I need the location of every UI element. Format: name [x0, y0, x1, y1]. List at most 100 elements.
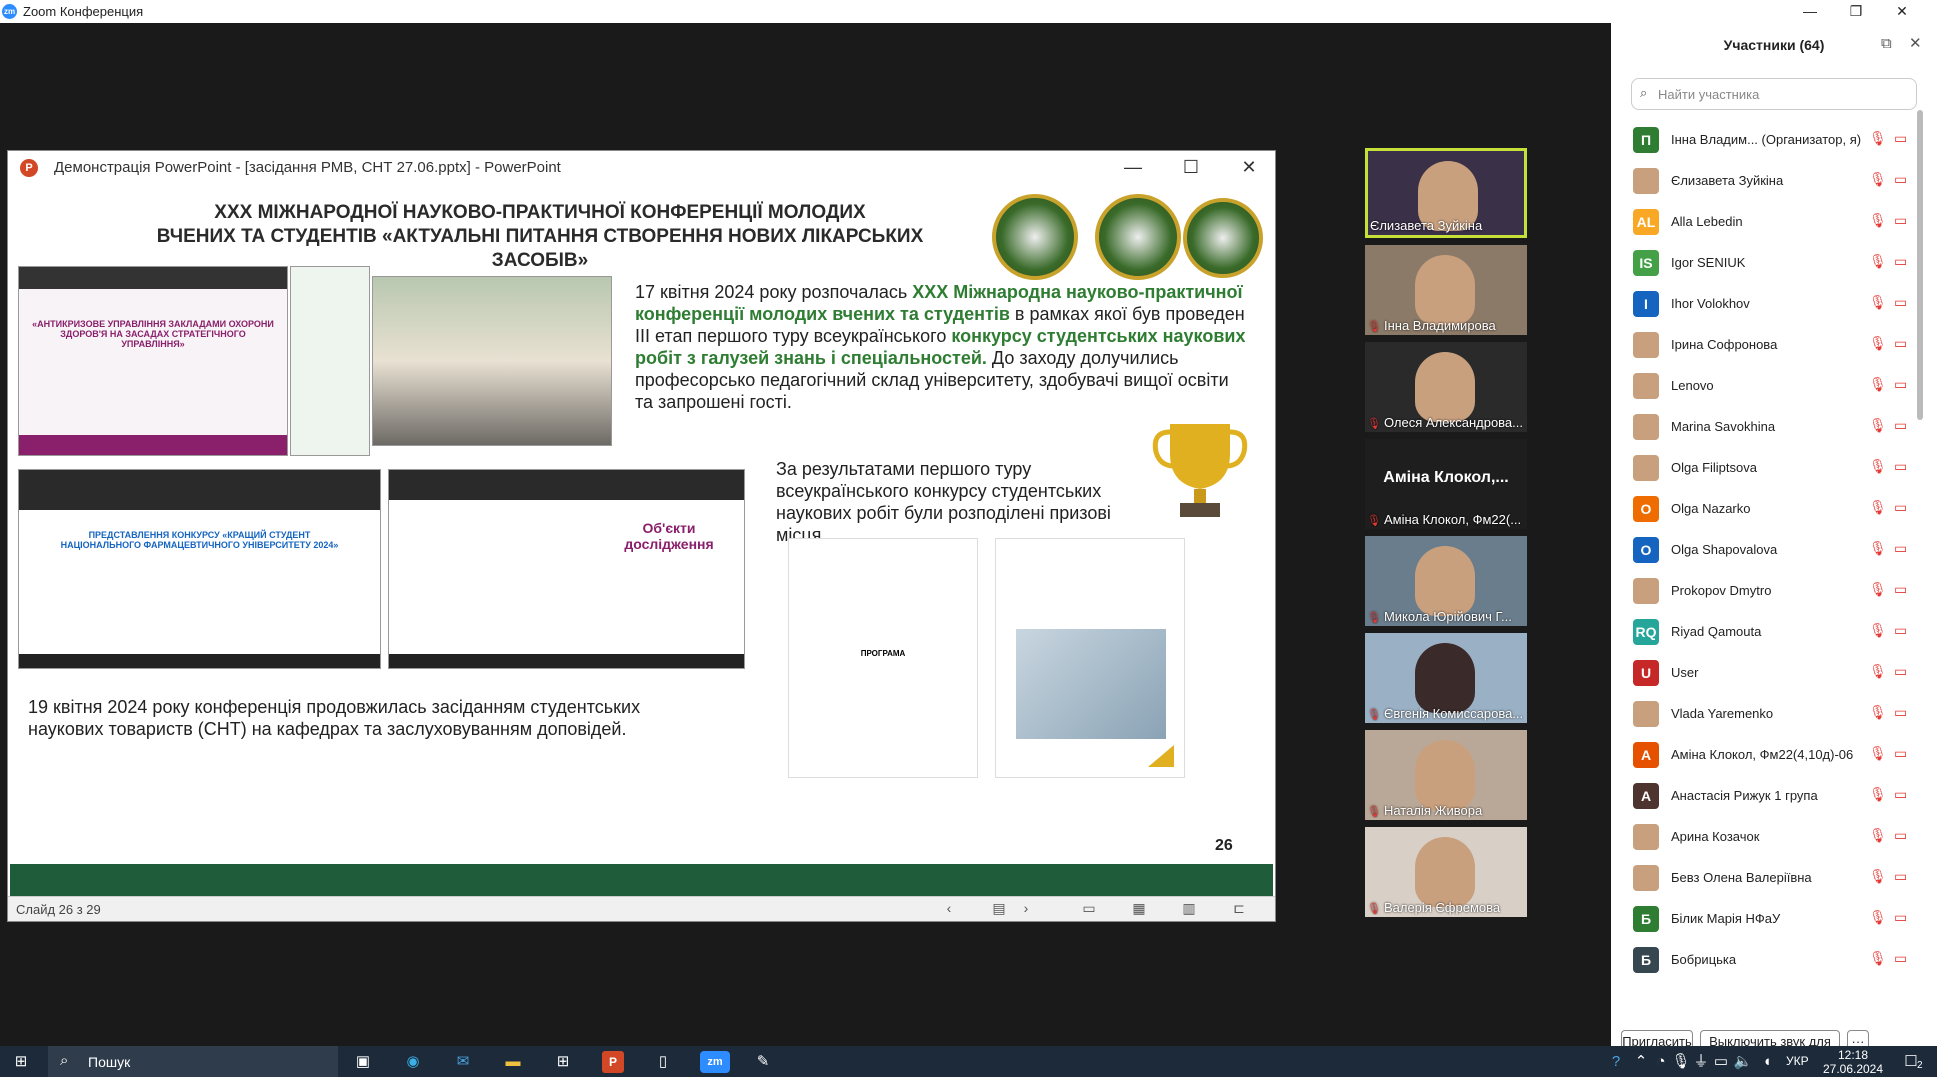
paint-icon[interactable]: ✎: [752, 1051, 774, 1073]
video-off-icon[interactable]: ▭: [1894, 335, 1907, 352]
video-tile[interactable]: 🎙 Микола Юрійович Г...: [1365, 536, 1527, 626]
zoom-taskbar-icon[interactable]: zm: [700, 1051, 730, 1073]
video-off-icon[interactable]: ▭: [1894, 458, 1907, 475]
task-view-icon[interactable]: ▣: [352, 1051, 374, 1073]
windows-start-icon[interactable]: ⊞: [10, 1051, 32, 1073]
file-explorer-icon[interactable]: ▬: [502, 1051, 524, 1073]
video-tile[interactable]: 🎙 Наталія Живора: [1365, 730, 1527, 820]
participant-row[interactable]: А Аміна Клокол, Фм22(4,10д)-06 🎙 ▭: [1611, 735, 1929, 776]
video-tile[interactable]: 🎙 Олеся Александрова...: [1365, 342, 1527, 432]
participant-row[interactable]: Б Бобрицька 🎙 ▭: [1611, 940, 1929, 981]
participant-row[interactable]: IS Igor SENIUK 🎙 ▭: [1611, 243, 1929, 284]
video-off-icon[interactable]: ▭: [1894, 376, 1907, 393]
next-slide-icon[interactable]: ›: [1015, 900, 1037, 918]
video-off-icon[interactable]: ▭: [1894, 827, 1907, 844]
video-off-icon[interactable]: ▭: [1894, 663, 1907, 680]
video-off-icon[interactable]: ▭: [1894, 909, 1907, 926]
participant-row[interactable]: U User 🎙 ▭: [1611, 653, 1929, 694]
popout-icon[interactable]: ⧉: [1881, 35, 1892, 52]
mic-muted-icon[interactable]: 🎙: [1869, 581, 1887, 598]
video-off-icon[interactable]: ▭: [1894, 212, 1907, 229]
video-off-icon[interactable]: ▭: [1894, 581, 1907, 598]
powerpoint-taskbar-icon[interactable]: P: [602, 1051, 624, 1073]
video-tile[interactable]: Єлизавета Зуйкіна: [1365, 148, 1527, 238]
minimize-button[interactable]: —: [1787, 0, 1833, 23]
mic-muted-icon[interactable]: 🎙: [1869, 540, 1887, 557]
mic-muted-icon[interactable]: 🎙: [1869, 663, 1887, 680]
participant-row[interactable]: А Анастасія Рижук 1 група 🎙 ▭: [1611, 776, 1929, 817]
participant-row[interactable]: Арина Козачок 🎙 ▭: [1611, 817, 1929, 858]
network-icon[interactable]: ▭: [1710, 1051, 1732, 1073]
participant-row[interactable]: RQ Riyad Qamouta 🎙 ▭: [1611, 612, 1929, 653]
normal-view-icon[interactable]: ▭: [1078, 900, 1100, 918]
close-panel-icon[interactable]: ✕: [1909, 34, 1922, 52]
notepad-icon[interactable]: ▯: [652, 1051, 674, 1073]
tray-chevron-icon[interactable]: ⌃: [1630, 1051, 1652, 1073]
mic-muted-icon[interactable]: 🎙: [1869, 171, 1887, 188]
mic-muted-icon[interactable]: 🎙: [1869, 294, 1887, 311]
video-tile[interactable]: Аміна Клокол,... 🎙 Аміна Клокол, Фм22(...: [1365, 439, 1527, 529]
participant-row[interactable]: Єлизавета Зуйкіна 🎙 ▭: [1611, 161, 1929, 202]
mic-muted-icon[interactable]: 🎙: [1869, 417, 1887, 434]
participant-row[interactable]: O Olga Nazarko 🎙 ▭: [1611, 489, 1929, 530]
mic-muted-icon[interactable]: 🎙: [1869, 622, 1887, 639]
participant-row[interactable]: Lenovo 🎙 ▭: [1611, 366, 1929, 407]
close-button[interactable]: ✕: [1879, 0, 1925, 23]
participant-row[interactable]: Б Білик Марія НФаУ 🎙 ▭: [1611, 899, 1929, 940]
video-off-icon[interactable]: ▭: [1894, 171, 1907, 188]
usb-icon[interactable]: ⏚: [1690, 1051, 1712, 1073]
video-off-icon[interactable]: ▭: [1894, 130, 1907, 147]
participant-row[interactable]: Vlada Yaremenko 🎙 ▭: [1611, 694, 1929, 735]
previous-slide-icon[interactable]: ‹: [938, 900, 960, 918]
store-icon[interactable]: ⊞: [552, 1051, 574, 1073]
participant-row[interactable]: AL Alla Lebedin 🎙 ▭: [1611, 202, 1929, 243]
edge-icon[interactable]: ◉: [402, 1051, 424, 1073]
mic-muted-icon[interactable]: 🎙: [1869, 950, 1887, 967]
clock[interactable]: 12:18 27.06.2024: [1818, 1048, 1888, 1076]
participant-row[interactable]: Marina Savokhina 🎙 ▭: [1611, 407, 1929, 448]
mic-muted-icon[interactable]: 🎙: [1869, 212, 1887, 229]
volume-icon[interactable]: 🔈: [1732, 1051, 1754, 1073]
ppt-close-button[interactable]: ✕: [1220, 151, 1278, 184]
video-off-icon[interactable]: ▭: [1894, 786, 1907, 803]
reading-view-icon[interactable]: ▥: [1178, 900, 1200, 918]
mic-muted-icon[interactable]: 🎙: [1869, 827, 1887, 844]
mic-tray-icon[interactable]: 🎙: [1670, 1051, 1692, 1073]
restore-button[interactable]: ❐: [1833, 0, 1879, 23]
participant-row[interactable]: П Інна Владим... (Организатор, я) 🎙 ▭: [1611, 120, 1929, 161]
participant-row[interactable]: Бевз Олена Валеріївна 🎙 ▭: [1611, 858, 1929, 899]
video-tile[interactable]: 🎙 Євгенія Комиссарова...: [1365, 633, 1527, 723]
video-off-icon[interactable]: ▭: [1894, 417, 1907, 434]
video-off-icon[interactable]: ▭: [1894, 540, 1907, 557]
mic-muted-icon[interactable]: 🎙: [1869, 499, 1887, 516]
participant-scrollbar[interactable]: [1917, 110, 1923, 420]
ppt-maximize-button[interactable]: ☐: [1162, 151, 1220, 184]
mic-muted-icon[interactable]: 🎙: [1869, 458, 1887, 475]
participant-row[interactable]: Prokopov Dmytro 🎙 ▭: [1611, 571, 1929, 612]
help-icon[interactable]: ?: [1605, 1051, 1627, 1073]
mic-muted-icon[interactable]: 🎙: [1869, 130, 1887, 147]
mic-muted-icon[interactable]: 🎙: [1869, 253, 1887, 270]
video-off-icon[interactable]: ▭: [1894, 622, 1907, 639]
mic-muted-icon[interactable]: 🎙: [1869, 786, 1887, 803]
video-off-icon[interactable]: ▭: [1894, 745, 1907, 762]
ppt-minimize-button[interactable]: —: [1104, 151, 1162, 184]
mic-muted-icon[interactable]: 🎙: [1869, 868, 1887, 885]
video-tile[interactable]: 🎙 Валерія Єфремова: [1365, 827, 1527, 917]
slideshow-icon[interactable]: ⊏: [1228, 900, 1250, 918]
video-off-icon[interactable]: ▭: [1894, 253, 1907, 270]
mic-muted-icon[interactable]: 🎙: [1869, 909, 1887, 926]
language-indicator[interactable]: УКР: [1786, 1054, 1809, 1068]
participant-row[interactable]: I Ihor Volokhov 🎙 ▭: [1611, 284, 1929, 325]
participant-row[interactable]: O Olga Shapovalova 🎙 ▭: [1611, 530, 1929, 571]
video-off-icon[interactable]: ▭: [1894, 294, 1907, 311]
participant-row[interactable]: Ірина Софронова 🎙 ▭: [1611, 325, 1929, 366]
video-off-icon[interactable]: ▭: [1894, 950, 1907, 967]
video-off-icon[interactable]: ▭: [1894, 499, 1907, 516]
notes-icon[interactable]: ▤: [988, 900, 1010, 918]
taskbar-search-box[interactable]: ⌕ Пошук: [48, 1046, 338, 1077]
participant-row[interactable]: Olga Filiptsova 🎙 ▭: [1611, 448, 1929, 489]
speaker-icon[interactable]: ◖: [1756, 1051, 1778, 1073]
mail-icon[interactable]: ✉: [452, 1051, 474, 1073]
mic-muted-icon[interactable]: 🎙: [1869, 745, 1887, 762]
